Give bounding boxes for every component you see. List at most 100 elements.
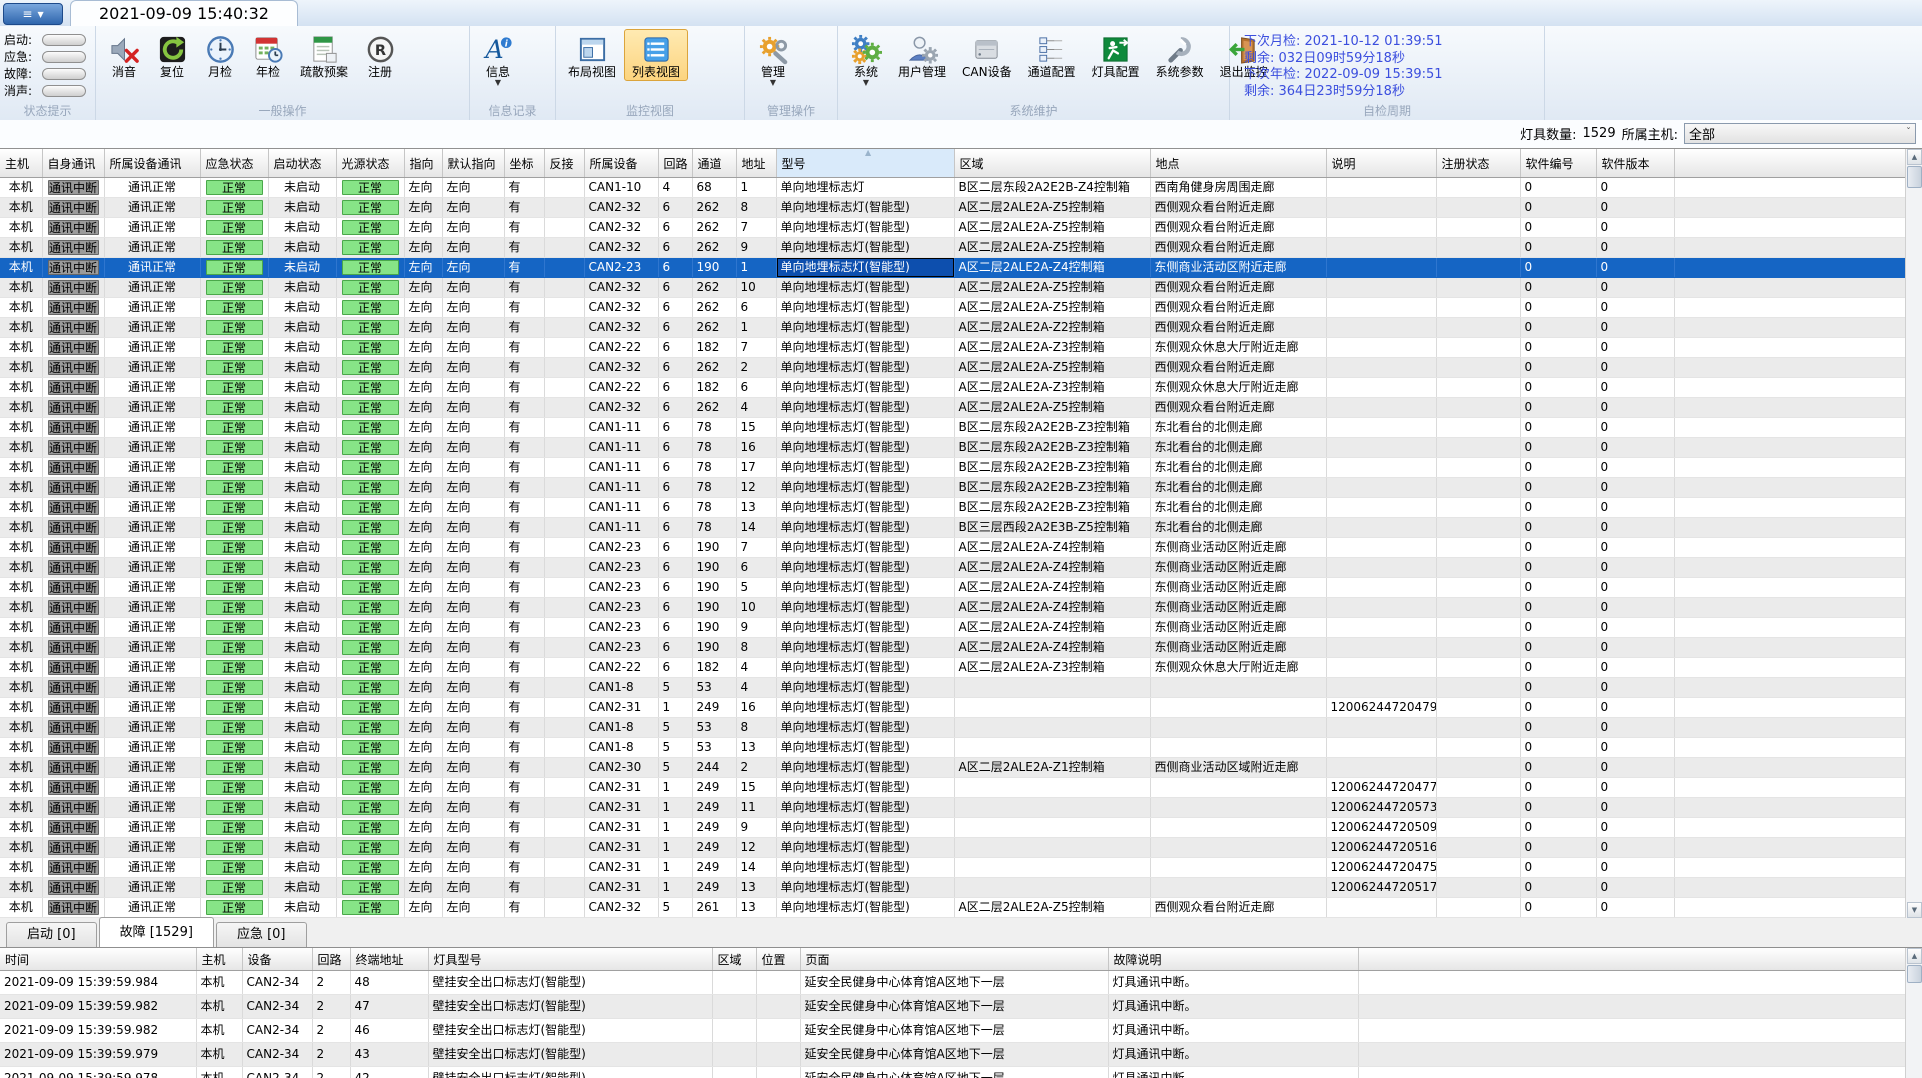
cell-emergency[interactable]: 正常 (200, 437, 269, 458)
cell-note[interactable] (1326, 177, 1437, 198)
system-button[interactable]: 系统 ▼ (842, 29, 890, 88)
cell-register_state[interactable] (1436, 657, 1521, 678)
cell-startup[interactable]: 未启动 (268, 857, 337, 878)
cell-self_comm[interactable]: 通讯中断 (42, 317, 105, 338)
cell-note[interactable] (1326, 597, 1437, 618)
cell-default_direction[interactable]: 左向 (442, 777, 505, 798)
cell-note[interactable] (1326, 237, 1437, 258)
cell-location[interactable]: 西侧观众看台附近走廊 (1150, 237, 1327, 258)
cell-light_source[interactable]: 正常 (336, 757, 405, 778)
cell-light_source[interactable]: 正常 (336, 417, 405, 438)
cell-channel[interactable]: 261 (692, 897, 737, 918)
cell-software_ver[interactable]: 0 (1596, 557, 1675, 578)
cell-host[interactable]: 本机 (0, 257, 43, 278)
cell-light_source[interactable]: 正常 (336, 597, 405, 618)
cell-software_ver[interactable]: 0 (1596, 497, 1675, 518)
table-row[interactable]: 本机 通讯中断 通讯正常 正常 未启动 正常 左向 左向有 CAN2-22 6 182 7 单向地埋标志… (0, 337, 1905, 358)
cell-default_direction[interactable]: 左向 (442, 297, 505, 318)
cell-loop[interactable]: 6 (658, 537, 693, 558)
cell-software_no[interactable]: 0 (1520, 457, 1597, 478)
cell-reverse[interactable] (544, 357, 585, 378)
cell-software_ver[interactable]: 0 (1596, 837, 1675, 858)
cell-主机[interactable]: 本机 (196, 1042, 243, 1067)
cell-direction[interactable]: 左向 (404, 397, 443, 418)
cell-register_state[interactable] (1436, 757, 1521, 778)
col-启动状态[interactable]: 启动状态 (268, 149, 337, 178)
table-row[interactable]: 本机 通讯中断 通讯正常 正常 未启动 正常 左向 左向有 CAN2-31 1 249 11 单向地埋标… (0, 797, 1905, 818)
cell-host[interactable]: 本机 (0, 377, 43, 398)
cell-回路[interactable]: 2 (312, 994, 351, 1019)
cell-model[interactable]: 单向地埋标志灯(智能型) (776, 197, 955, 218)
cell-addr[interactable]: 10 (736, 277, 777, 298)
cell-coordinate[interactable]: 有 (504, 537, 545, 558)
cell-addr[interactable]: 1 (736, 177, 777, 198)
table-row[interactable]: 本机 通讯中断 通讯正常 正常 未启动 正常 左向 左向有 CAN2-32 6 262 1 单向地埋标志… (0, 317, 1905, 338)
cell-device_comm[interactable]: 通讯正常 (104, 657, 201, 678)
cell-loop[interactable]: 5 (658, 897, 693, 918)
cell-self_comm[interactable]: 通讯中断 (42, 497, 105, 518)
cell-reverse[interactable] (544, 817, 585, 838)
cell-host[interactable]: 本机 (0, 597, 43, 618)
cell-device[interactable]: CAN2-22 (584, 337, 659, 358)
col-型号[interactable]: ▲ 型号 (776, 149, 955, 178)
table-row[interactable]: 本机 通讯中断 通讯正常 正常 未启动 正常 左向 左向有 CAN2-31 1 249 15 单向地埋标… (0, 777, 1905, 798)
cell-reverse[interactable] (544, 577, 585, 598)
table-row[interactable]: 本机 通讯中断 通讯正常 正常 未启动 正常 左向 左向有 CAN2-22 6 182 6 单向地埋标志… (0, 377, 1905, 398)
cell-位置[interactable] (756, 1018, 801, 1043)
cell-location[interactable]: 东北看台的北侧走廊 (1150, 517, 1327, 538)
cell-addr[interactable]: 1 (736, 317, 777, 338)
table-row[interactable]: 本机 通讯中断 通讯正常 正常 未启动 正常 左向 左向有 CAN1-8 5 53 4 单向地埋标志灯(… (0, 677, 1905, 698)
cell-register_state[interactable] (1436, 357, 1521, 378)
cell-coordinate[interactable]: 有 (504, 297, 545, 318)
cell-location[interactable] (1150, 677, 1327, 698)
cell-emergency[interactable]: 正常 (200, 317, 269, 338)
cell-model[interactable]: 单向地埋标志灯(智能型) (776, 277, 955, 298)
cell-coordinate[interactable]: 有 (504, 477, 545, 498)
cell-register_state[interactable] (1436, 637, 1521, 658)
cell-register_state[interactable] (1436, 837, 1521, 858)
cell-loop[interactable]: 6 (658, 377, 693, 398)
cell-host[interactable]: 本机 (0, 677, 43, 698)
cell-reverse[interactable] (544, 537, 585, 558)
cell-model[interactable]: 单向地埋标志灯(智能型) (776, 417, 955, 438)
cell-reverse[interactable] (544, 797, 585, 818)
cell-reverse[interactable] (544, 197, 585, 218)
cell-channel[interactable]: 249 (692, 797, 737, 818)
cell-device_comm[interactable]: 通讯正常 (104, 237, 201, 258)
cell-model[interactable]: 单向地埋标志灯(智能型) (776, 677, 955, 698)
col-应急状态[interactable]: 应急状态 (200, 149, 269, 178)
cell-light_source[interactable]: 正常 (336, 777, 405, 798)
col-时间[interactable]: 时间 (0, 948, 197, 971)
cell-area[interactable]: B区二层东段2A2E2B-Z3控制箱 (954, 497, 1151, 518)
col-终端地址[interactable]: 终端地址 (350, 948, 429, 971)
cell-register_state[interactable] (1436, 337, 1521, 358)
cell-host[interactable]: 本机 (0, 217, 43, 238)
cell-device_comm[interactable]: 通讯正常 (104, 217, 201, 238)
cell-software_ver[interactable]: 0 (1596, 797, 1675, 818)
cell-device_comm[interactable]: 通讯正常 (104, 777, 201, 798)
cell-software_ver[interactable]: 0 (1596, 257, 1675, 278)
cell-channel[interactable]: 190 (692, 617, 737, 638)
table-row[interactable]: 本机 通讯中断 通讯正常 正常 未启动 正常 左向 左向有 CAN1-11 6 78 13 单向地埋标志… (0, 497, 1905, 518)
cell-startup[interactable]: 未启动 (268, 197, 337, 218)
app-menu-button[interactable]: ≡ ▼ (3, 3, 63, 25)
layout-view-button[interactable]: 布局视图 (560, 29, 624, 81)
cell-coordinate[interactable]: 有 (504, 377, 545, 398)
cell-note[interactable] (1326, 757, 1437, 778)
cell-device_comm[interactable]: 通讯正常 (104, 357, 201, 378)
cell-note[interactable] (1326, 397, 1437, 418)
cell-light_source[interactable]: 正常 (336, 297, 405, 318)
cell-light_source[interactable]: 正常 (336, 317, 405, 338)
cell-register_state[interactable] (1436, 197, 1521, 218)
cell-emergency[interactable]: 正常 (200, 237, 269, 258)
fault-row[interactable]: 2021-09-09 15:39:59.978 本机 CAN2-34 2 42 壁挂安全出… (0, 1066, 1905, 1078)
cell-emergency[interactable]: 正常 (200, 797, 269, 818)
cell-故障说明[interactable]: 灯具通讯中断。 (1108, 994, 1359, 1019)
cell-model[interactable]: 单向地埋标志灯(智能型) (776, 437, 955, 458)
cell-loop[interactable]: 6 (658, 637, 693, 658)
cell-coordinate[interactable]: 有 (504, 897, 545, 918)
cell-model[interactable]: 单向地埋标志灯(智能型) (776, 397, 955, 418)
cell-主机[interactable]: 本机 (196, 1018, 243, 1043)
cell-area[interactable] (954, 677, 1151, 698)
cell-direction[interactable]: 左向 (404, 417, 443, 438)
